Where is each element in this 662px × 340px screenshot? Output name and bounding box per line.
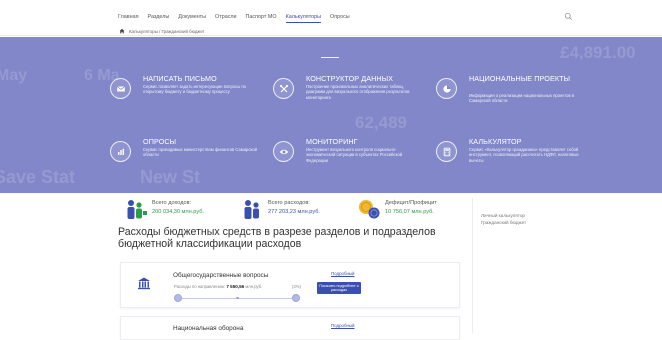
card-percent: (3%) — [292, 284, 301, 289]
tile-description: Сервис проводимых министерством финансов… — [143, 147, 257, 158]
card-slider[interactable] — [174, 294, 300, 302]
tile-title: ОПРОСЫ — [143, 137, 177, 146]
expense-label: Всего расходов: — [268, 200, 310, 206]
card-title: Национальная оборона — [173, 325, 244, 332]
building-icon — [138, 277, 150, 290]
tools-icon — [273, 78, 294, 99]
eye-icon — [273, 141, 294, 162]
card-detail-link[interactable]: Подробный — [331, 323, 355, 328]
service-tile-monitoring[interactable]: МОНИТОРИНГ Инструмент визуального контро… — [273, 137, 443, 183]
hero-bg-text: May — [0, 67, 28, 84]
expense-category-card: Общегосударственные вопросы Расходы по н… — [120, 262, 460, 308]
tile-title: НАПИСАТЬ ПИСЬМО — [143, 74, 217, 83]
expense-category-card: Национальная оборона Подробный — [120, 316, 460, 340]
tile-description: Сервис позволяет задать интересующие воп… — [143, 84, 246, 95]
tile-title: НАЦИОНАЛЬНЫЕ ПРОЕКТЫ — [469, 74, 571, 83]
deficit-summary: Дефицит/Профицит 10 756,07 млн.руб. — [357, 197, 467, 223]
people-income-icon — [127, 200, 147, 219]
slider-knob-start[interactable] — [174, 294, 182, 302]
card-amount-row: Расходы по направлению: 7 550,56 млн.руб… — [174, 284, 262, 289]
service-tile-write-letter[interactable]: НАПИСАТЬ ПИСЬМО Сервис позволяет задать … — [110, 74, 280, 120]
search-icon[interactable] — [564, 12, 573, 21]
card-amount-label: Расходы по направлению: — [174, 284, 226, 289]
card-detail-link[interactable]: Подробный — [331, 271, 355, 276]
service-tile-calculator[interactable]: КАЛЬКУЛЯТОР Сервис «Калькулятор граждани… — [436, 137, 606, 183]
deficit-value: 10 756,07 млн.руб. — [385, 209, 434, 215]
expense-value: 277 203,23 млн.руб. — [268, 209, 320, 215]
card-title: Общегосударственные вопросы — [173, 272, 269, 279]
tile-description: Сервис «Калькулятор гражданина» представ… — [469, 147, 579, 163]
nav-item-calculators[interactable]: Калькуляторы — [285, 14, 321, 23]
expense-summary: Всего расходов: 277 203,23 млн.руб. — [240, 197, 350, 223]
nav-item-industries[interactable]: Отрасли — [215, 14, 237, 23]
card-amount: 7 550,56 — [226, 284, 245, 289]
deficit-label: Дефицит/Профицит — [385, 200, 437, 206]
sidebar-links: Личный калькулятор Гражданский бюджет — [481, 212, 526, 226]
hero-divider — [321, 57, 339, 58]
top-bar: Главная Разделы Документы Отрасли Паспор… — [0, 0, 662, 36]
main-nav: Главная Разделы Документы Отрасли Паспор… — [118, 14, 350, 23]
people-expense-icon — [244, 200, 259, 219]
coins-icon — [359, 200, 380, 219]
nav-item-passport[interactable]: Паспорт МО — [246, 14, 277, 23]
pie-icon — [436, 78, 457, 99]
tile-description: Инструмент визуального контроля социальн… — [306, 147, 403, 163]
sidebar-link-personal-calculator[interactable]: Личный калькулятор — [481, 212, 526, 219]
hero-bg-text: £4,891.00 — [560, 43, 636, 62]
card-amount-unit: млн.руб. — [245, 284, 263, 289]
tile-title: КАЛЬКУЛЯТОР — [469, 137, 522, 146]
service-tile-national-projects[interactable]: НАЦИОНАЛЬНЫЕ ПРОЕКТЫ Информация о реализ… — [436, 74, 606, 120]
bar-chart-icon — [110, 141, 131, 162]
slider-midpoint — [236, 296, 239, 300]
tile-title: КОНСТРУКТОР ДАННЫХ — [306, 74, 394, 83]
show-details-button[interactable]: Показать подробнее о расходах — [317, 282, 361, 294]
home-icon[interactable] — [119, 28, 125, 34]
nav-item-documents[interactable]: Документы — [178, 14, 206, 23]
breadcrumb-text[interactable]: Калькуляторы / Гражданский бюджет — [129, 29, 205, 34]
mail-icon — [110, 78, 131, 99]
nav-item-surveys[interactable]: Опросы — [330, 14, 350, 23]
tile-description: Информация о реализации национальных про… — [469, 93, 575, 104]
slider-knob-end[interactable] — [292, 294, 300, 302]
section-heading: Расходы бюджетных средств в разрезе разд… — [118, 226, 436, 250]
breadcrumb: Калькуляторы / Гражданский бюджет — [119, 28, 205, 34]
hero-bg-text: Save Stat — [0, 167, 76, 187]
income-label: Всего доходов: — [152, 200, 192, 206]
income-value: 200 034,30 млн.руб. — [152, 209, 204, 215]
service-tile-data-constructor[interactable]: КОНСТРУКТОР ДАННЫХ Построение произвольн… — [273, 74, 443, 120]
budget-summary: Всего доходов: 200 034,30 млн.руб. Всего… — [0, 193, 662, 227]
nav-item-sections[interactable]: Разделы — [148, 14, 170, 23]
sidebar-divider — [472, 198, 473, 333]
tile-description: Построение произвольных аналитических та… — [306, 84, 410, 100]
service-tile-surveys[interactable]: ОПРОСЫ Сервис проводимых министерством ф… — [110, 137, 280, 183]
tile-title: МОНИТОРИНГ — [306, 137, 358, 146]
nav-item-home[interactable]: Главная — [118, 14, 139, 23]
sidebar-link-civic-budget[interactable]: Гражданский бюджет — [481, 219, 526, 226]
services-hero: May 6 Ma £4,891.00 62,489 Save Stat New … — [0, 37, 662, 193]
income-summary: Всего доходов: 200 034,30 млн.руб. — [124, 197, 234, 223]
calculator-icon — [436, 141, 457, 162]
